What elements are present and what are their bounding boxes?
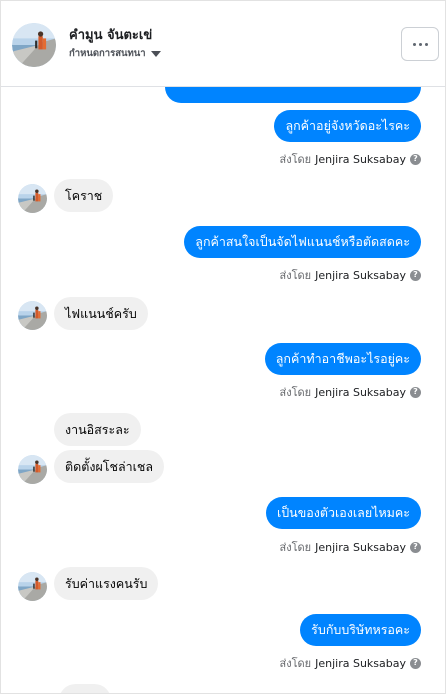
sent-by-prefix: ส่งโดย	[279, 657, 312, 670]
incoming-message-partial[interactable]	[59, 684, 111, 693]
contact-avatar-small[interactable]	[18, 455, 47, 484]
sent-by-label: ส่งโดย Jenjira Suksabay ?	[280, 383, 421, 401]
sent-by-prefix: ส่งโดย	[279, 541, 312, 554]
sent-by-label: ส่งโดย Jenjira Suksabay ?	[280, 150, 421, 168]
sent-by-prefix: ส่งโดย	[279, 153, 312, 166]
help-icon[interactable]: ?	[410, 386, 421, 398]
outgoing-message[interactable]: ลูกค้าอยู่จังหวัดอะไรคะ	[274, 110, 421, 142]
sender-name: Jenjira Suksabay	[315, 656, 406, 670]
contact-avatar-small[interactable]	[18, 301, 47, 330]
incoming-message[interactable]: งานอิสระละ	[54, 413, 141, 446]
sender-name: Jenjira Suksabay	[315, 268, 406, 282]
sent-by-label: ส่งโดย Jenjira Suksabay ?	[280, 266, 421, 284]
contact-avatar-small[interactable]	[18, 572, 47, 601]
incoming-message[interactable]: ติดตั้งผโชล่าเชล	[54, 450, 165, 483]
incoming-message[interactable]: รับค่าแรงคนรับ	[54, 567, 159, 600]
help-icon[interactable]: ?	[410, 153, 421, 165]
outgoing-message[interactable]: ลูกค้าสนใจเป็นจัดไฟแนนช์หรือตัดสดคะ	[184, 226, 421, 258]
sender-name: Jenjira Suksabay	[315, 540, 406, 554]
schedule-dropdown[interactable]: กำหนดการสนทนา	[69, 46, 161, 61]
contact-name[interactable]: คำมูน จันตะเข่	[69, 24, 152, 45]
more-dots-icon	[412, 42, 416, 46]
help-icon[interactable]: ?	[410, 269, 421, 281]
contact-avatar[interactable]	[12, 23, 56, 67]
incoming-message[interactable]: ไฟแนนช์ครับ	[54, 297, 148, 330]
sent-by-label: ส่งโดย Jenjira Suksabay ?	[280, 654, 421, 672]
caret-down-icon	[150, 50, 161, 57]
schedule-dropdown-label: กำหนดการสนทนา	[69, 48, 146, 59]
incoming-message[interactable]: โคราช	[54, 179, 114, 212]
help-icon[interactable]: ?	[410, 541, 421, 553]
chat-header: คำมูน จันตะเข่ กำหนดการสนทนา	[1, 1, 445, 87]
sent-by-prefix: ส่งโดย	[279, 269, 312, 282]
sender-name: Jenjira Suksabay	[315, 152, 406, 166]
outgoing-message[interactable]: ลูกค้าทำอาชีพอะไรอยู่คะ	[264, 343, 421, 375]
outgoing-message[interactable]: รับกับบริษัทหรอคะ	[300, 614, 421, 646]
contact-avatar-small[interactable]	[18, 184, 47, 213]
more-options-button[interactable]	[401, 27, 439, 61]
outgoing-message[interactable]: เป็นของตัวเองเลยไหมคะ	[265, 497, 421, 529]
chat-window: คำมูน จันตะเข่ กำหนดการสนทนา ลูกค้าอยู่จ…	[0, 0, 446, 694]
help-icon[interactable]: ?	[410, 657, 421, 669]
sent-by-prefix: ส่งโดย	[279, 386, 312, 399]
sent-by-label: ส่งโดย Jenjira Suksabay ?	[280, 538, 421, 556]
sender-name: Jenjira Suksabay	[315, 385, 406, 399]
